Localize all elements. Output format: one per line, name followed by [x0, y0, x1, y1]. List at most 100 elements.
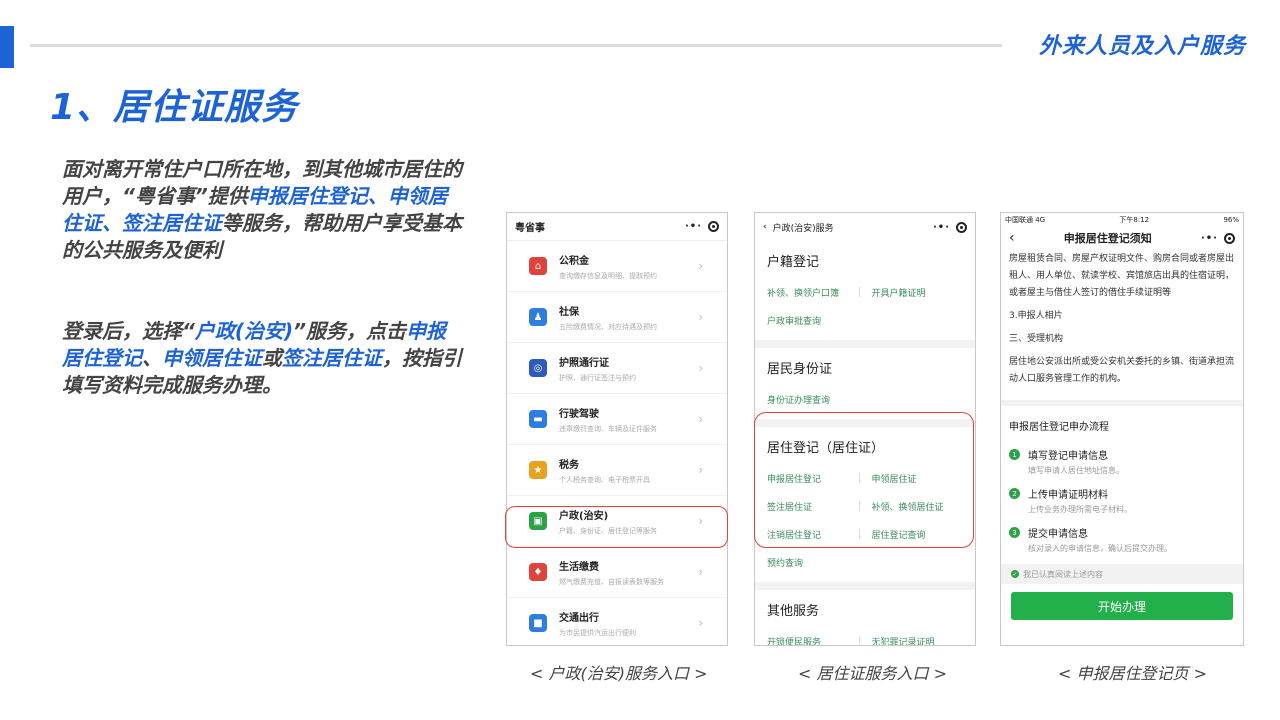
service-item[interactable]: ◎ 护照通行证 护照、通行证签注与预约 › [507, 343, 727, 394]
flow-step: 1 填写登记申请信息 填写申请人居住地址信息。 [1001, 447, 1243, 476]
step-text: 填写登记申请信息 填写申请人居住地址信息。 [1028, 447, 1124, 476]
step-number: 1 [1009, 449, 1020, 460]
star-badge-icon: ★ [529, 461, 547, 479]
service-text: 税务 个人税务查询、电子税票开具 [559, 456, 698, 485]
service-desc: 五险缴费情况、对应待遇及预约 [559, 322, 657, 331]
notice-paragraph: 房屋租赁合同、房屋产权证明文件、购房合同或者房屋出租人、用人单位、就读学校、宾馆… [1009, 254, 1235, 298]
step-desc: 填写申请人居住地址信息。 [1028, 466, 1124, 475]
globe-icon: ◎ [529, 359, 547, 377]
service-desc: 违章缴罚查询、车辆及证件服务 [559, 424, 657, 433]
carrier: 中国联通 4G [1005, 216, 1046, 224]
more-icon[interactable]: ·•· [1201, 233, 1218, 244]
back-icon[interactable]: ‹ [763, 222, 767, 232]
nav-left: ‹ 户政(治安)服务 [763, 221, 834, 234]
caption-declare-page: < 申报居住登记页 > [1058, 664, 1207, 683]
link-row: 补领、换领户口簿 开具户籍证明 [767, 278, 963, 306]
check-icon[interactable]: ✓ [1011, 570, 1019, 578]
miniapp-navbar: ‹ 户政(治安)服务 ·•· [755, 213, 975, 241]
service-desc: 个人税务查询、电子税票开具 [559, 475, 650, 484]
para2-text: 、 [142, 346, 162, 370]
chevron-right-icon: › [698, 310, 703, 324]
flow-step: 3 提交申请信息 核对录入的申请信息，确认后提交办理。 [1001, 525, 1243, 554]
chevron-right-icon: › [698, 565, 703, 579]
service-item[interactable]: ⌂ 公积金 查询缴存信息及明细、提取预约 › [507, 241, 727, 292]
step-number: 2 [1009, 488, 1020, 499]
service-name: 行驶驾驶 [559, 408, 599, 420]
step-title: 填写登记申请信息 [1028, 451, 1108, 462]
car-icon: ▬ [529, 410, 547, 428]
service-item[interactable]: ■ 交通出行 为市民提供汽运出行便利 › [507, 598, 727, 645]
service-link[interactable]: 开具户籍证明 [872, 286, 964, 299]
close-miniapp-icon[interactable] [956, 221, 967, 233]
chevron-right-icon: › [698, 616, 703, 630]
service-text: 交通出行 为市民提供汽运出行便利 [559, 609, 698, 638]
service-text: 社保 五险缴费情况、对应待遇及预约 [559, 303, 698, 332]
chevron-right-icon: › [698, 463, 703, 477]
service-item[interactable]: ▬ 行驶驾驶 违章缴罚查询、车辆及证件服务 › [507, 394, 727, 445]
service-link[interactable]: 补领、换领户口簿 [767, 286, 859, 299]
link-row: 身份证办理查询 [767, 385, 963, 413]
service-desc: 燃气缴费充值、自报读表数等服务 [559, 577, 664, 586]
service-name: 护照通行证 [559, 357, 609, 369]
miniapp-capsule[interactable]: ·•· [1201, 232, 1235, 244]
chevron-right-icon: › [698, 361, 703, 375]
link-separator [858, 287, 860, 297]
service-name: 社保 [559, 306, 579, 318]
agree-row[interactable]: ✓ 我已认真阅读上述内容 [1001, 564, 1243, 584]
chevron-right-icon: › [698, 412, 703, 426]
step-desc: 核对录入的申请信息，确认后提交办理。 [1028, 544, 1172, 553]
service-section: 户籍登记 补领、换领户口簿 开具户籍证明 户政审批查询 [755, 241, 975, 348]
nav-title: 申报居住登记须知 [1063, 232, 1152, 245]
service-link[interactable]: 户政审批查询 [767, 314, 859, 327]
service-text: 生活缴费 燃气缴费充值、自报读表数等服务 [559, 558, 698, 587]
more-icon[interactable]: ·•· [933, 222, 950, 233]
service-item[interactable]: ★ 税务 个人税务查询、电子税票开具 › [507, 445, 727, 496]
para2-highlight-apply: 申领居住证 [162, 346, 262, 370]
page-title: 1、居住证服务 [50, 87, 299, 128]
accent-bar [0, 26, 14, 68]
service-list: ⌂ 公积金 查询缴存信息及明细、提取预约 › ♟ 社保 五险缴费情况、对应待遇及预… [507, 241, 727, 645]
service-text: 行驶驾驶 违章缴罚查询、车辆及证件服务 [559, 405, 698, 434]
top-divider [30, 44, 1002, 47]
notice-body: 房屋租赁合同、房屋产权证明文件、购房合同或者房屋出租人、用人单位、就读学校、宾馆… [1001, 249, 1243, 396]
battery: 96% [1223, 216, 1239, 224]
service-link[interactable]: 身份证办理查询 [767, 393, 859, 406]
link-separator [858, 636, 860, 645]
service-item[interactable]: ♟ 社保 五险缴费情况、对应待遇及预约 › [507, 292, 727, 343]
step-title: 上传申请证明材料 [1028, 490, 1108, 501]
service-link[interactable]: 开锁便民服务 [767, 635, 859, 646]
service-item[interactable]: ♦ 生活缴费 燃气缴费充值、自报读表数等服务 › [507, 547, 727, 598]
nav-title: 户政(治安)服务 [772, 223, 834, 234]
chevron-right-icon: › [698, 259, 703, 273]
step-number: 3 [1009, 527, 1020, 538]
link-row: 开锁便民服务 无犯罪记录证明 [767, 627, 964, 646]
status-bar: 中国联通 4G 下午8:12 96% [1001, 213, 1243, 227]
service-text: 公积金 查询缴存信息及明细、提取预约 [559, 252, 698, 281]
service-link[interactable]: 无犯罪记录证明 [872, 635, 964, 646]
phone-screenshot-declare: 中国联通 4G 下午8:12 96% ‹ 申报居住登记须知 ·•· 房屋租赁合同… [1000, 212, 1244, 646]
service-link[interactable]: 预约查询 [767, 556, 859, 569]
close-miniapp-icon[interactable] [1223, 232, 1235, 244]
service-text: 护照通行证 护照、通行证签注与预约 [559, 354, 698, 383]
flame-icon: ♦ [529, 563, 547, 581]
notice-paragraph: 居住地公安派出所或受公安机关委托的乡镇、街道承担流动人口服务管理工作的机构。 [1009, 357, 1235, 384]
highlight-box-huzheng [505, 506, 728, 548]
close-miniapp-icon[interactable] [708, 221, 719, 232]
back-icon[interactable]: ‹ [1009, 230, 1015, 246]
miniapp-capsule[interactable]: ·•· [685, 221, 719, 232]
highlight-box-residence [754, 412, 974, 548]
step-text: 上传申请证明材料 上传业务办理所需电子材料。 [1028, 486, 1132, 515]
more-icon[interactable]: ·•· [685, 221, 702, 232]
miniapp-capsule[interactable]: ·•· [933, 221, 967, 233]
flow-step: 2 上传申请证明材料 上传业务办理所需电子材料。 [1001, 486, 1243, 515]
service-name: 交通出行 [559, 612, 599, 624]
caption-huzheng-entry: < 户政(治安)服务入口 > [530, 664, 708, 683]
clock: 下午8:12 [1119, 216, 1150, 224]
link-row: 预约查询 [767, 548, 963, 576]
service-section: 其他服务 开锁便民服务 无犯罪记录证明 取名查询 [755, 590, 975, 646]
header-title: 外来人员及入户服务 [1038, 34, 1246, 59]
hand-person-icon: ♟ [529, 308, 547, 326]
miniapp-navbar: 粤省事 ·•· [507, 213, 727, 241]
start-button[interactable]: 开始办理 [1011, 592, 1233, 620]
notice-paragraph: 3.申报人相片 [1009, 311, 1063, 321]
